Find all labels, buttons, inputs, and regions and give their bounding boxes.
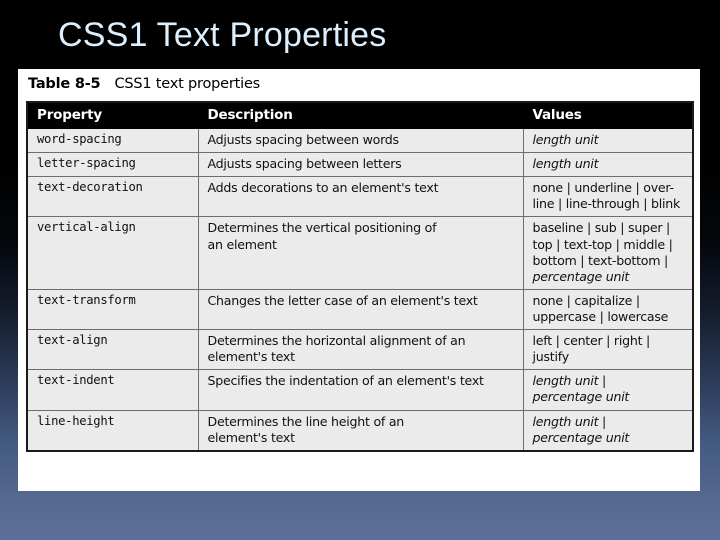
values-line: percentage unit bbox=[532, 389, 630, 405]
cell-description: Adjusts spacing between words bbox=[197, 127, 524, 154]
table-caption-text: CSS1 text properties bbox=[114, 76, 261, 92]
table-header: Property Description Values bbox=[26, 101, 694, 129]
description-line: an element bbox=[207, 236, 277, 252]
values-line: top | text-top | middle | bbox=[532, 236, 673, 252]
values-line: length unit | bbox=[532, 413, 607, 429]
table-row: letter-spacing Adjusts spacing between le… bbox=[26, 152, 694, 178]
table-row: text-align Determines the horizontal alig… bbox=[26, 329, 694, 371]
cell-description: Determines the line height of an element'… bbox=[197, 409, 524, 452]
values-line: percentage unit bbox=[532, 429, 630, 445]
cell-description: Adjusts spacing between letters bbox=[197, 152, 524, 178]
values-line: justify bbox=[532, 349, 570, 365]
values-line: percentage unit bbox=[532, 268, 630, 284]
description-line: Changes the letter case of an element's … bbox=[207, 292, 478, 308]
description-line: Adds decorations to an element's text bbox=[207, 180, 439, 196]
table-header-row: Property Description Values bbox=[26, 101, 694, 129]
description-line: element's text bbox=[207, 349, 296, 365]
values-line: none | underline | over- bbox=[532, 180, 675, 196]
table-row: text-indent Specifies the indentation of … bbox=[26, 369, 694, 411]
description-line: Determines the line height of an bbox=[207, 413, 405, 429]
column-header-property: Property bbox=[26, 101, 199, 129]
table-row: word-spacing Adjusts spacing between word… bbox=[26, 127, 694, 154]
cell-description: Determines the horizontal alignment of a… bbox=[197, 329, 524, 371]
table-row: vertical-align Determines the vertical po… bbox=[26, 216, 694, 290]
cell-description: Specifies the indentation of an element'… bbox=[197, 369, 524, 411]
cell-property: word-spacing bbox=[26, 127, 199, 154]
cell-description: Determines the vertical positioning of an… bbox=[197, 216, 524, 290]
description-line: element's text bbox=[207, 429, 296, 445]
cell-property: text-transform bbox=[26, 288, 199, 331]
cell-property: vertical-align bbox=[26, 216, 199, 290]
column-header-values: Values bbox=[522, 101, 694, 129]
description-line: Adjusts spacing between letters bbox=[207, 156, 402, 172]
values-line: length unit | bbox=[532, 373, 607, 389]
cell-property: line-height bbox=[26, 409, 199, 452]
values-line: uppercase | lowercase bbox=[532, 308, 669, 324]
description-line: Determines the vertical positioning of bbox=[207, 220, 437, 236]
css1-text-properties-table: Property Description Values word-spacing… bbox=[26, 101, 694, 452]
values-line: length unit bbox=[532, 156, 599, 172]
values-line: none | capitalize | bbox=[532, 292, 641, 308]
cell-values: length unit bbox=[522, 152, 694, 178]
cell-property: text-indent bbox=[26, 369, 199, 411]
cell-values: length unit bbox=[522, 127, 694, 154]
table-body: word-spacing Adjusts spacing between word… bbox=[26, 127, 694, 452]
cell-values: baseline | sub | super | top | text-top |… bbox=[522, 216, 694, 290]
description-line: Determines the horizontal alignment of a… bbox=[207, 333, 466, 349]
table-caption: Table 8-5 CSS1 text properties bbox=[18, 69, 700, 99]
description-line: Specifies the indentation of an element'… bbox=[207, 373, 484, 389]
values-line: bottom | text-bottom | bbox=[532, 252, 669, 268]
table-caption-label: Table 8-5 bbox=[28, 76, 101, 92]
page-title: CSS1 Text Properties bbox=[58, 16, 387, 54]
cell-values: length unit | percentage unit bbox=[522, 369, 694, 411]
slide-canvas: CSS1 Text Properties Table 8-5 CSS1 text … bbox=[0, 0, 720, 540]
values-line: left | center | right | bbox=[532, 333, 651, 349]
table-image-panel: Table 8-5 CSS1 text properties Property D… bbox=[18, 69, 700, 491]
table-row: text-transform Changes the letter case of… bbox=[26, 288, 694, 331]
column-header-description: Description bbox=[197, 101, 524, 129]
cell-description: Adds decorations to an element's text bbox=[197, 176, 524, 218]
description-line: Adjusts spacing between words bbox=[207, 132, 400, 147]
cell-property: letter-spacing bbox=[26, 152, 199, 178]
cell-property: text-decoration bbox=[26, 176, 199, 218]
values-line: baseline | sub | super | bbox=[532, 220, 671, 236]
cell-property: text-align bbox=[26, 329, 199, 371]
cell-values: none | underline | over-line | line-thro… bbox=[522, 176, 694, 218]
table-row: text-decoration Adds decorations to an el… bbox=[26, 176, 694, 218]
values-line: length unit bbox=[532, 132, 599, 147]
cell-values: length unit | percentage unit bbox=[522, 409, 694, 452]
cell-values: left | center | right | justify bbox=[522, 329, 694, 371]
cell-values: none | capitalize | uppercase | lowercase bbox=[522, 288, 694, 331]
cell-description: Changes the letter case of an element's … bbox=[197, 288, 524, 331]
table-row: line-height Determines the line height of… bbox=[26, 409, 694, 452]
values-line: line | line-through | blink bbox=[532, 196, 681, 212]
